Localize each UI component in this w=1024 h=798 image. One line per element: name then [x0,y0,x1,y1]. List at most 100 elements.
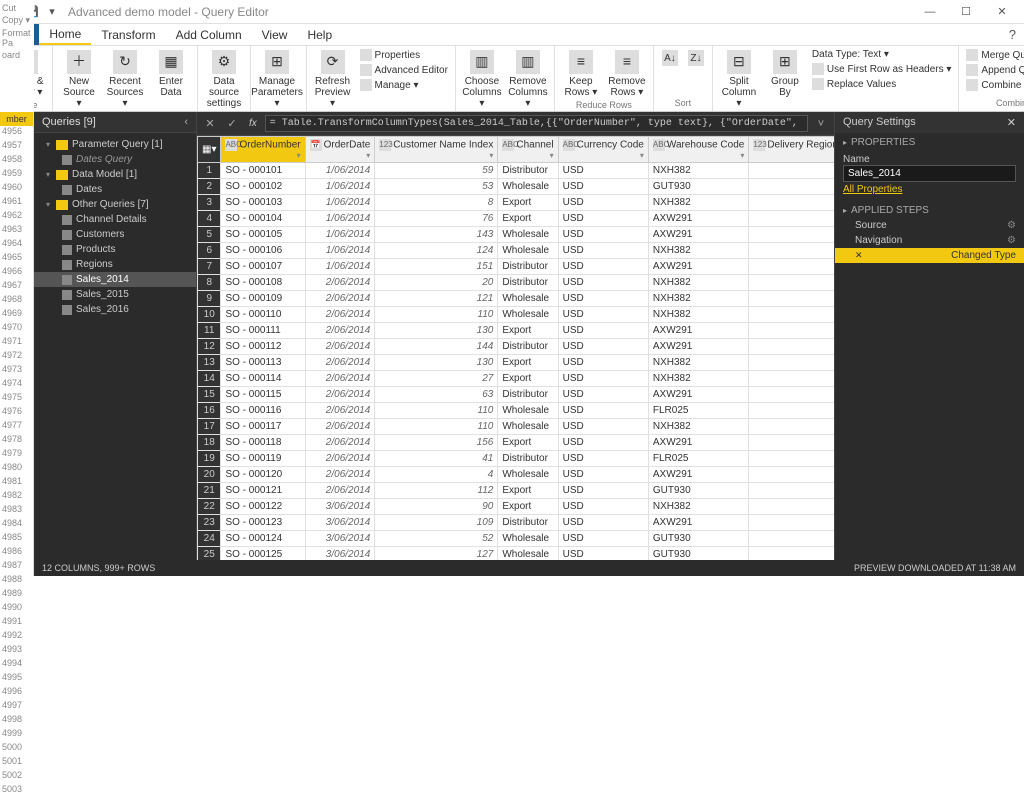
column-header[interactable]: 123Customer Name Index▾ [375,137,498,163]
cell[interactable]: Wholesale [498,307,558,323]
combine-files-button[interactable]: Combine Files [963,78,1024,92]
query-item-dates[interactable]: Dates [34,182,196,197]
row-header[interactable]: 13 [198,355,221,371]
cell[interactable]: SO - 000112 [221,339,305,355]
cell[interactable]: 2/06/2014 [305,339,375,355]
formula-input[interactable] [265,115,808,132]
cell[interactable] [749,419,834,435]
cell[interactable]: Export [498,371,558,387]
cell[interactable]: SO - 000119 [221,451,305,467]
cell[interactable]: USD [558,259,648,275]
query-item[interactable]: Sales_2016 [34,302,196,317]
cell[interactable]: 4 [375,467,498,483]
queries-panel-header[interactable]: Queries [9]‹ [34,112,196,133]
cell[interactable]: USD [558,355,648,371]
cell[interactable]: SO - 000115 [221,387,305,403]
cell[interactable]: 130 [375,323,498,339]
cell[interactable]: 2/06/2014 [305,483,375,499]
cell[interactable]: NXH382 [648,243,748,259]
cell[interactable]: Wholesale [498,227,558,243]
advanced-editor-button[interactable]: Advanced Editor [357,63,451,77]
row-header[interactable]: 22 [198,499,221,515]
row-header[interactable]: 5 [198,227,221,243]
cell[interactable]: Wholesale [498,419,558,435]
cell[interactable]: SO - 000116 [221,403,305,419]
cell[interactable]: USD [558,179,648,195]
cell[interactable]: SO - 000108 [221,275,305,291]
cell[interactable]: SO - 000123 [221,515,305,531]
cell[interactable]: 110 [375,307,498,323]
sort-desc-button[interactable]: Z↓ [684,48,708,70]
cell[interactable]: SO - 000113 [221,355,305,371]
cell[interactable]: Wholesale [498,547,558,561]
cell[interactable]: SO - 000111 [221,323,305,339]
cell[interactable]: 1/06/2014 [305,211,375,227]
first-row-headers-button[interactable]: Use First Row as Headers ▾ [809,62,955,76]
cell[interactable]: 8 [375,195,498,211]
column-header[interactable]: ABCOrderNumber▾ [221,137,305,163]
cell[interactable]: SO - 000124 [221,531,305,547]
cell[interactable] [749,195,834,211]
merge-queries-button[interactable]: Merge Queries ▾ [963,48,1024,62]
cell[interactable] [749,275,834,291]
cell[interactable]: SO - 000118 [221,435,305,451]
query-item[interactable]: Products [34,242,196,257]
row-header[interactable]: 17 [198,419,221,435]
row-corner[interactable]: ▦▾ [198,137,221,163]
cell[interactable]: USD [558,387,648,403]
cell[interactable]: USD [558,211,648,227]
cell[interactable]: Export [498,211,558,227]
cell[interactable]: GUT930 [648,483,748,499]
cell[interactable]: NXH382 [648,371,748,387]
cell[interactable]: USD [558,451,648,467]
append-queries-button[interactable]: Append Queries ▾ [963,63,1024,77]
cell[interactable]: GUT930 [648,531,748,547]
query-item[interactable]: Customers [34,227,196,242]
enter-data-button[interactable]: ▦Enter Data [149,48,193,100]
cell[interactable]: Distributor [498,259,558,275]
cell[interactable]: 156 [375,435,498,451]
row-header[interactable]: 24 [198,531,221,547]
properties-button[interactable]: Properties [357,48,451,62]
cell[interactable] [749,179,834,195]
step-source[interactable]: Source⚙ [835,218,1024,233]
cell[interactable]: 1/06/2014 [305,259,375,275]
choose-columns-button[interactable]: ▥Choose Columns ▾ [460,48,504,111]
cell[interactable]: NXH382 [648,195,748,211]
cell[interactable]: 127 [375,547,498,561]
cell[interactable]: 2/06/2014 [305,275,375,291]
data-type-button[interactable]: Data Type: Text ▾ [809,48,955,61]
row-header[interactable]: 9 [198,291,221,307]
cell[interactable] [749,291,834,307]
maximize-button[interactable]: ☐ [948,0,984,24]
cell[interactable]: 112 [375,483,498,499]
cell[interactable] [749,435,834,451]
tab-add-column[interactable]: Add Column [166,24,252,45]
tab-transform[interactable]: Transform [91,24,165,45]
cell[interactable]: USD [558,291,648,307]
cell[interactable] [749,451,834,467]
cell[interactable]: 2/06/2014 [305,355,375,371]
cell[interactable]: 59 [375,163,498,179]
cell[interactable]: USD [558,195,648,211]
cell[interactable] [749,307,834,323]
cell[interactable]: 3/06/2014 [305,515,375,531]
cell[interactable]: USD [558,435,648,451]
manage-button[interactable]: Manage ▾ [357,78,451,92]
help-icon[interactable]: ? [1001,24,1024,45]
cell[interactable]: USD [558,339,648,355]
cell[interactable]: 3/06/2014 [305,547,375,561]
cell[interactable]: 90 [375,499,498,515]
cell[interactable]: SO - 000117 [221,419,305,435]
cell[interactable]: 3/06/2014 [305,499,375,515]
cell[interactable] [749,371,834,387]
cell[interactable]: USD [558,371,648,387]
cell[interactable]: SO - 000103 [221,195,305,211]
cell[interactable]: AXW291 [648,211,748,227]
column-header[interactable]: ABCChannel▾ [498,137,558,163]
query-group-parameter[interactable]: Parameter Query [1] [34,137,196,152]
cell[interactable]: 20 [375,275,498,291]
cell[interactable]: AXW291 [648,467,748,483]
properties-section-header[interactable]: PROPERTIES [835,133,1024,150]
cell[interactable]: USD [558,419,648,435]
